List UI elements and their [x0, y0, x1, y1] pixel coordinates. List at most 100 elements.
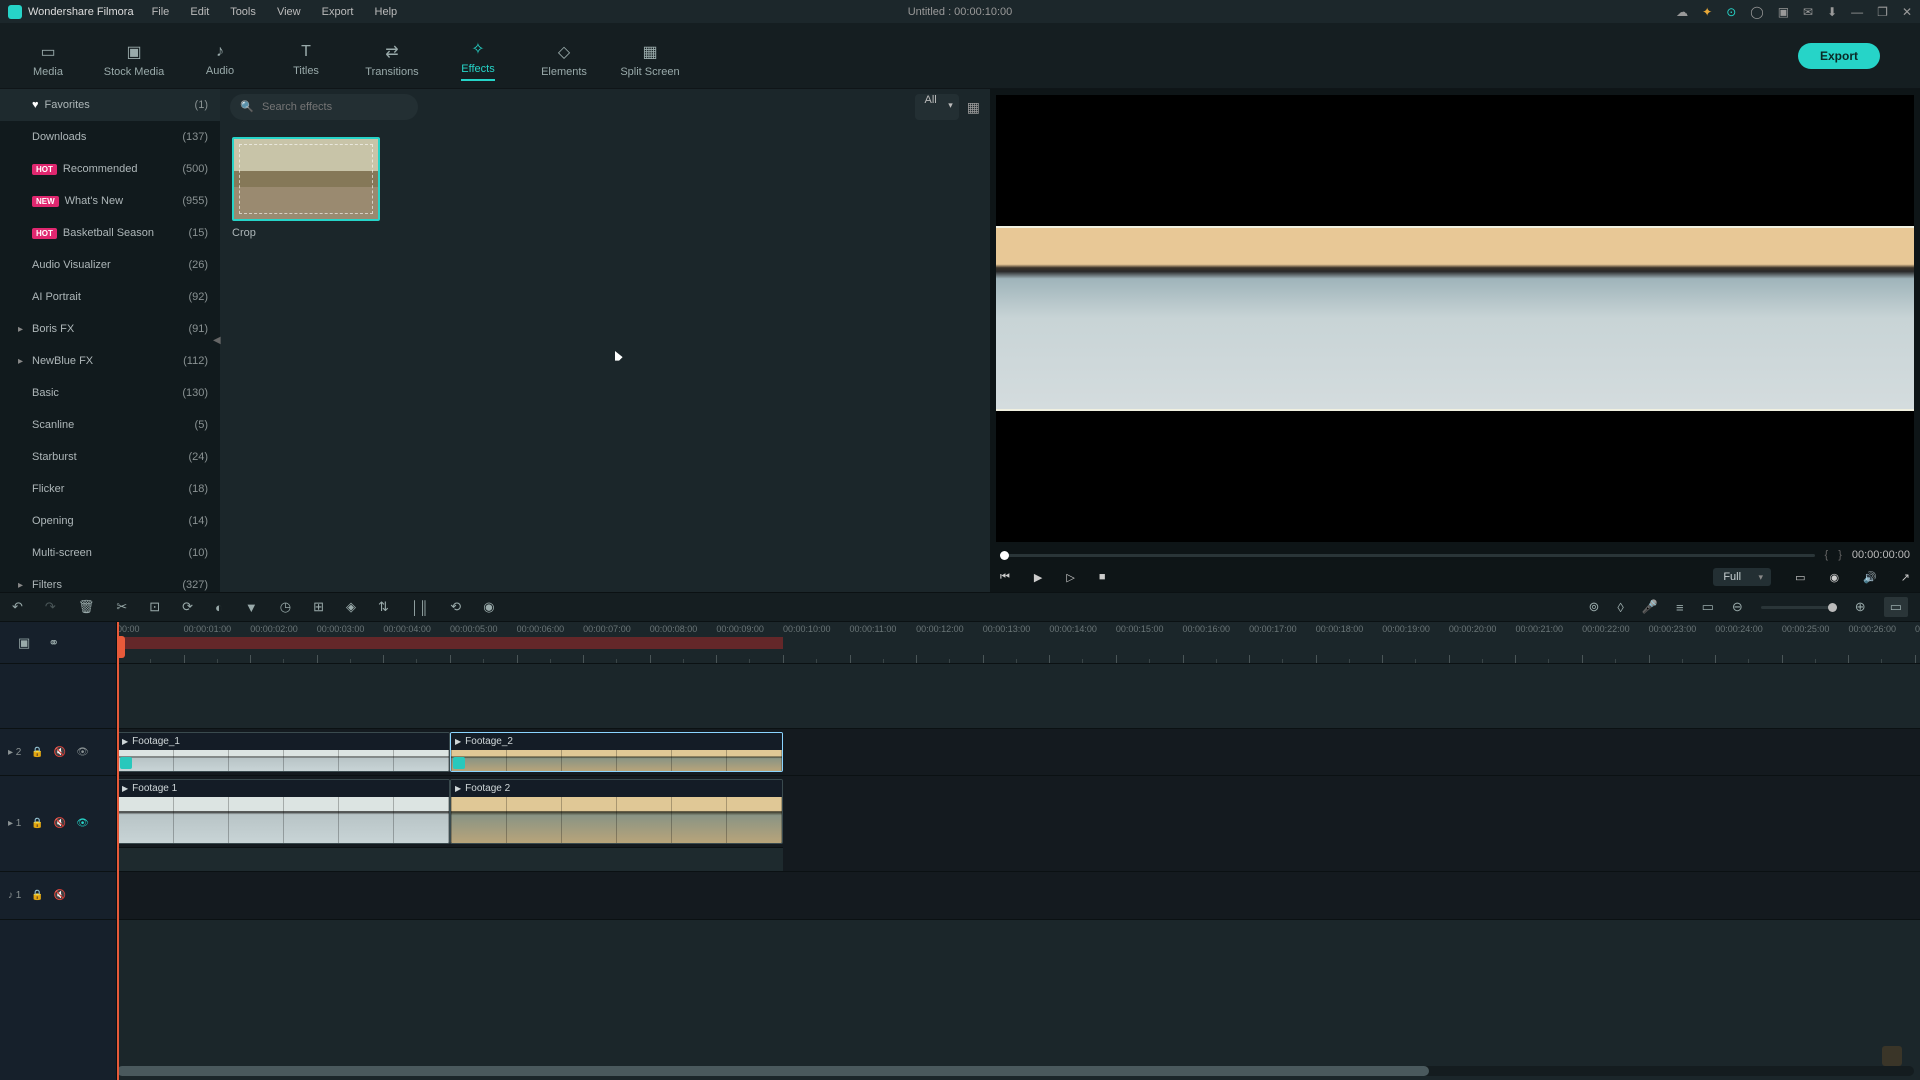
audio-mixer-icon[interactable]: ≡	[1676, 600, 1684, 615]
cut-button[interactable]: ✂	[116, 599, 127, 615]
sidebar-item-ai-portrait[interactable]: AI Portrait(92)	[0, 281, 220, 313]
filter-dropdown[interactable]: All	[915, 94, 959, 120]
headset-icon[interactable]: ⊙	[1726, 5, 1736, 19]
mute-icon[interactable]: 🔇	[54, 747, 66, 758]
tab-titles[interactable]: TTitles	[263, 35, 349, 77]
tab-effects[interactable]: ✧Effects	[435, 31, 521, 81]
account-icon[interactable]: ◯	[1750, 5, 1763, 19]
track-header-a1[interactable]: ♪ 1🔒🔇	[0, 872, 116, 920]
minimize-icon[interactable]: —	[1851, 5, 1863, 19]
expand-icon[interactable]: ↗	[1901, 571, 1910, 584]
lock-icon[interactable]: 🔒	[31, 747, 43, 758]
menu-file[interactable]: File	[152, 6, 170, 18]
sidebar-item-favorites[interactable]: ♥Favorites(1)	[0, 89, 220, 121]
tab-stock-media[interactable]: ▣Stock Media	[91, 34, 177, 78]
manage-tracks-icon[interactable]: ▣	[18, 635, 30, 651]
zoom-out-icon[interactable]: ⊖	[1732, 599, 1743, 615]
sidebar-item-basketball-season[interactable]: HOTBasketball Season(15)	[0, 217, 220, 249]
quality-dropdown[interactable]: Full	[1713, 568, 1771, 586]
menu-help[interactable]: Help	[375, 6, 398, 18]
sidebar-item-audio-visualizer[interactable]: Audio Visualizer(26)	[0, 249, 220, 281]
time-ruler[interactable]: 00:0000:00:01:0000:00:02:0000:00:03:0000…	[117, 622, 1920, 664]
clip-v2-footage1[interactable]: ▶Footage_1	[117, 732, 450, 772]
mark-out-icon[interactable]: }	[1838, 549, 1842, 561]
next-frame-button[interactable]: ▷	[1066, 571, 1074, 584]
voiceover-icon[interactable]: 🎤	[1642, 599, 1658, 615]
cloud-icon[interactable]: ☁	[1676, 5, 1688, 19]
download-icon[interactable]: ⬇	[1827, 5, 1837, 19]
render-button[interactable]: ⟲	[450, 599, 461, 615]
message-icon[interactable]: ✉	[1803, 5, 1813, 19]
zoom-fit-icon[interactable]: ▭	[1884, 597, 1908, 617]
marker-icon[interactable]: ◊	[1617, 600, 1623, 615]
playhead[interactable]	[117, 622, 119, 1080]
sidebar-item-basic[interactable]: Basic(130)	[0, 377, 220, 409]
tab-transitions[interactable]: ⇄Transitions	[349, 34, 435, 78]
sidebar-item-newblue-fx[interactable]: ▸NewBlue FX(112)	[0, 345, 220, 377]
search-input[interactable]	[230, 94, 418, 120]
split-button[interactable]: │║	[411, 600, 428, 615]
tab-audio[interactable]: ♪Audio	[177, 35, 263, 77]
preview-scrubber[interactable]	[1000, 554, 1815, 557]
effect-thumbnail-crop[interactable]: Crop	[232, 137, 380, 239]
play-button[interactable]: ▶	[1034, 571, 1042, 584]
color-button[interactable]: ◐	[215, 600, 223, 615]
prev-frame-button[interactable]: ⏮	[1000, 571, 1010, 584]
mixer-icon[interactable]: ⊚	[1588, 599, 1599, 615]
sidebar-item-starburst[interactable]: Starburst(24)	[0, 441, 220, 473]
mark-in-icon[interactable]: {	[1825, 549, 1829, 561]
speed2-button[interactable]: ◷	[280, 599, 291, 615]
video-track-1[interactable]: ▶Footage 1 ▶Footage 2	[117, 776, 1920, 872]
delete-button[interactable]: 🗑	[78, 599, 95, 615]
redo-button[interactable]: ↷	[45, 599, 56, 615]
visible-icon[interactable]: 👁	[76, 818, 89, 829]
subtitle-icon[interactable]: ▭	[1702, 599, 1714, 615]
sidebar-item-multi-screen[interactable]: Multi-screen(10)	[0, 537, 220, 569]
visible-icon[interactable]: 👁	[76, 747, 89, 758]
snapshot-icon[interactable]: ◉	[1829, 571, 1839, 584]
tab-elements[interactable]: ◇Elements	[521, 34, 607, 78]
track-header-v1[interactable]: ▸ 1🔒🔇👁	[0, 776, 116, 872]
stop-button[interactable]: ■	[1099, 571, 1106, 583]
lock-icon[interactable]: 🔒	[31, 818, 43, 829]
collapse-sidebar-icon[interactable]: ◀	[213, 335, 221, 346]
menu-tools[interactable]: Tools	[230, 6, 256, 18]
undo-button[interactable]: ↶	[12, 599, 23, 615]
grid-view-icon[interactable]: ▦	[967, 99, 980, 116]
record-button[interactable]: ◉	[483, 599, 494, 615]
zoom-slider[interactable]	[1761, 606, 1837, 609]
display-icon[interactable]: ▭	[1795, 571, 1805, 584]
save-icon[interactable]: ▣	[1778, 5, 1789, 19]
clip-v1-footage1[interactable]: ▶Footage 1	[117, 779, 450, 844]
sidebar-item-flicker[interactable]: Flicker(18)	[0, 473, 220, 505]
sidebar-item-what's-new[interactable]: NEWWhat's New(955)	[0, 185, 220, 217]
speed-button[interactable]: ⟳	[182, 599, 193, 615]
sidebar-item-filters[interactable]: ▸Filters(327)	[0, 569, 220, 592]
adjust-button[interactable]: ⇅	[378, 599, 389, 615]
sidebar-item-opening[interactable]: Opening(14)	[0, 505, 220, 537]
clip-v1-footage2[interactable]: ▶Footage 2	[450, 779, 783, 844]
sidebar-item-boris-fx[interactable]: ▸Boris FX(91)	[0, 313, 220, 345]
track-header-v2[interactable]: ▸ 2🔒🔇👁	[0, 728, 116, 776]
maximize-icon[interactable]: ❐	[1877, 5, 1888, 19]
close-icon[interactable]: ✕	[1902, 5, 1912, 19]
tab-split-screen[interactable]: ▦Split Screen	[607, 34, 693, 78]
keyframe-button[interactable]: ◈	[346, 599, 356, 615]
green-screen-button[interactable]: ▼	[245, 600, 258, 615]
sidebar-item-recommended[interactable]: HOTRecommended(500)	[0, 153, 220, 185]
video-track-2[interactable]: ▶Footage_1 ▶Footage_2	[117, 728, 1920, 776]
sparkle-icon[interactable]: ✦	[1702, 5, 1712, 19]
mute-icon[interactable]: 🔇	[54, 818, 66, 829]
tracking-button[interactable]: ⊞	[313, 599, 324, 615]
preview-viewport[interactable]	[996, 95, 1914, 542]
sidebar-item-scanline[interactable]: Scanline(5)	[0, 409, 220, 441]
zoom-in-icon[interactable]: ⊕	[1855, 599, 1866, 615]
timeline-body[interactable]: 00:0000:00:01:0000:00:02:0000:00:03:0000…	[117, 622, 1920, 1080]
menu-edit[interactable]: Edit	[190, 6, 209, 18]
lock-icon[interactable]: 🔒	[31, 890, 43, 901]
tab-media[interactable]: ▭Media	[5, 34, 91, 78]
audio-track-1[interactable]	[117, 872, 1920, 920]
link-icon[interactable]: ⚭	[48, 635, 59, 651]
menu-export[interactable]: Export	[322, 6, 354, 18]
volume-icon[interactable]: 🔊	[1863, 571, 1877, 584]
